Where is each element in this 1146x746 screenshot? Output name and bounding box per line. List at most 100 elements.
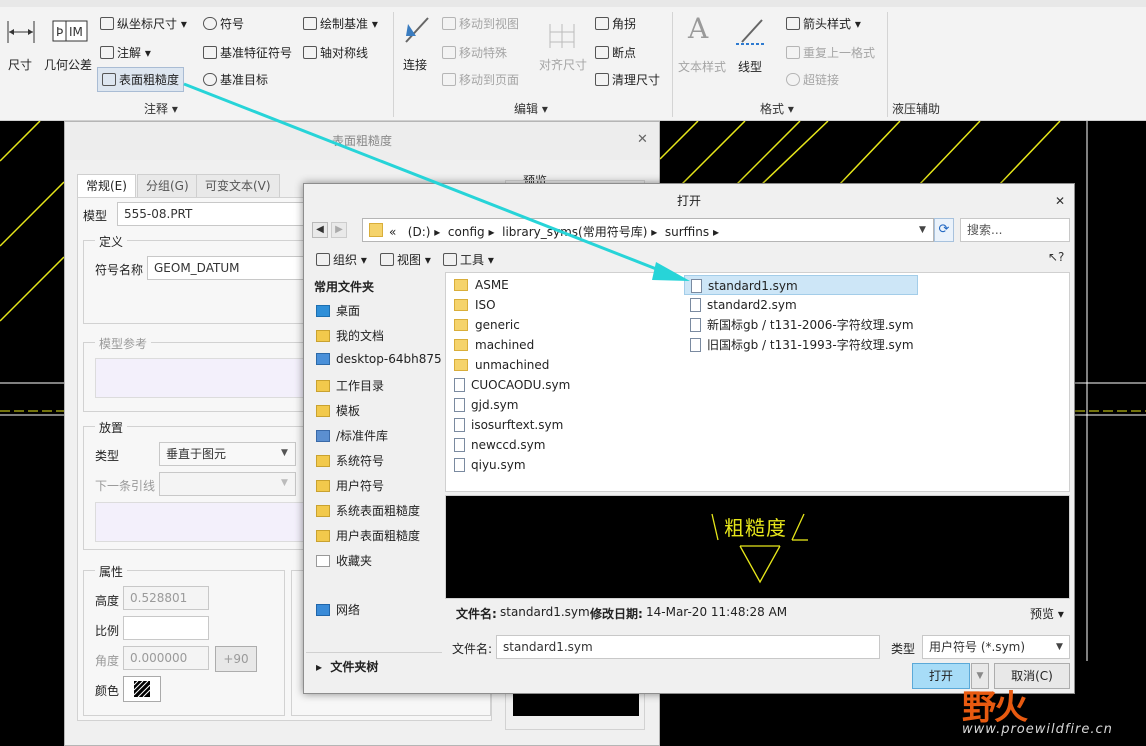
dimension-button[interactable]: 尺寸 [2,14,40,84]
list-item[interactable]: qiyu.sym [454,455,526,475]
info-name-value: standard1.sym [500,605,590,619]
chevron-down-icon[interactable]: ▼ [281,448,288,458]
draw-datum-button[interactable]: 绘制基准 ▾ [303,15,378,32]
nav-item-system-symbols[interactable]: 系统符号 [316,452,384,469]
list-item[interactable]: standard2.sym [690,295,797,315]
back-arrow-icon[interactable]: ◀ [312,222,328,238]
nav-item-network[interactable]: 网络 [316,601,360,618]
list-item[interactable]: gjd.sym [454,395,518,415]
align-dim-button[interactable]: 对齐尺寸 [537,18,589,84]
nav-item-workdir[interactable]: 工作目录 [316,377,384,394]
nav-item-system-finish[interactable]: 系统表面粗糙度 [316,502,420,519]
symbol-button[interactable]: 符号 [203,15,244,32]
breakpoint-button[interactable]: 断点 [595,44,636,61]
list-item[interactable]: generic [454,315,520,335]
axis-symmetry-button[interactable]: 轴对称线 [303,44,368,61]
model-ref-list[interactable] [95,358,305,398]
search-input[interactable]: 搜索... [960,218,1070,242]
note-button[interactable]: 注解 ▾ [100,44,151,61]
rotate-90-button[interactable]: +90 [215,646,257,672]
file-type-select[interactable]: 用户符号 (*.sym) [922,635,1070,659]
chevron-down-icon[interactable]: ▼ [281,478,288,488]
nav-item-desktop[interactable]: 桌面 [316,302,360,319]
datum-feature-button[interactable]: 基准特征符号 [203,44,292,61]
nav-item-favorites[interactable]: 收藏夹 [316,552,372,569]
move-to-page-button[interactable]: 移动到页面 [442,71,519,88]
line-style-button[interactable]: 线型 [732,12,770,84]
breadcrumb-drive[interactable]: (D:) [408,225,431,239]
arrow-style-button[interactable]: 箭头样式 ▾ [786,15,861,32]
nav-item-user-finish[interactable]: 用户表面粗糙度 [316,527,420,544]
group-format-label[interactable]: 格式 ▾ [760,100,794,117]
organize-button[interactable]: 组织 ▾ [316,251,367,268]
nav-header: 常用文件夹 [314,280,375,294]
refresh-icon[interactable]: ⟳ [934,218,954,242]
height-field[interactable]: 0.528801 [123,586,209,610]
scale-field[interactable] [123,616,209,640]
nav-item-std-lib[interactable]: /标准件库 [316,427,388,444]
list-item-selected[interactable]: standard1.sym [684,275,918,295]
view-button[interactable]: 视图 ▾ [380,251,431,268]
list-item[interactable]: newccd.sym [454,435,545,455]
corner-button[interactable]: 角拐 [595,15,636,32]
chevron-down-icon[interactable]: ▼ [1056,642,1063,652]
breadcrumb-library[interactable]: library_syms(常用符号库) [502,225,647,239]
datum-target-button[interactable]: 基准目标 [203,71,268,88]
group-annotation-label[interactable]: 注释 ▾ [144,100,178,117]
preview-toggle[interactable]: 预览 ▾ [1030,605,1064,622]
close-icon[interactable]: ✕ [637,132,648,147]
nav-item-user-symbols[interactable]: 用户符号 [316,477,384,494]
breadcrumb-config[interactable]: config [448,225,485,239]
tab-general[interactable]: 常规(E) [77,174,136,198]
list-item[interactable]: ISO [454,295,496,315]
tab-group[interactable]: 分组(G) [137,174,198,198]
text-style-button[interactable]: A 文本样式 [676,12,730,84]
nav-item-computer[interactable]: desktop-64bh875 [316,352,442,366]
symbol-name-field[interactable]: GEOM_DATUM [147,256,307,280]
folder-icon [454,339,468,351]
hyperlink-button[interactable]: 超链接 [786,71,839,88]
address-bar[interactable]: « (D:) ▸ config ▸ library_syms(常用符号库) ▸ … [362,218,934,242]
color-picker-button[interactable] [123,676,161,702]
list-item[interactable]: machined [454,335,534,355]
text-style-label: 文本样式 [678,60,727,74]
repeat-format-button[interactable]: 重复上一格式 [786,44,875,61]
line-style-label: 线型 [738,60,763,74]
angle-field[interactable]: 0.000000 [123,646,209,670]
folder-tree-toggle[interactable]: ▸ 文件夹树 [316,658,378,675]
group-edit-label[interactable]: 编辑 ▾ [514,100,548,117]
type-select[interactable]: 垂直于图元 [159,442,296,466]
nav-item-template[interactable]: 模板 [316,402,360,419]
geometric-tolerance-button[interactable]: Þ IM 几何公差 [42,14,96,84]
leader-list[interactable] [95,502,305,542]
tools-button[interactable]: 工具 ▾ [443,251,494,268]
model-field[interactable]: 555-08.PRT [117,202,307,226]
forward-arrow-icon[interactable]: ▶ [331,222,347,238]
chevron-down-icon[interactable]: ▼ [919,225,926,235]
surface-finish-button[interactable]: 表面粗糙度 [97,67,185,92]
info-name-label: 文件名: [456,607,497,621]
list-item[interactable]: 旧国标gb / t131-1993-字符纹理.sym [690,335,914,355]
help-cursor-icon[interactable]: ↖? [1048,250,1064,264]
breadcrumb-surffins[interactable]: surffins [665,225,709,239]
angle-label: 角度 [95,654,120,668]
connect-button[interactable]: 连接 [400,12,434,84]
file-name: generic [475,318,520,332]
list-item[interactable]: unmachined [454,355,549,375]
tab-variable-text[interactable]: 可变文本(V) [196,174,280,198]
file-name: qiyu.sym [471,458,526,472]
list-item[interactable]: CUOCAODU.sym [454,375,570,395]
filename-input[interactable]: standard1.sym [496,635,880,659]
ordinate-dim-button[interactable]: 纵坐标尺寸 ▾ [100,15,187,32]
nav-item-documents[interactable]: 我的文档 [316,327,384,344]
move-to-view-button[interactable]: 移动到视图 [442,15,519,32]
list-item[interactable]: ASME [454,275,509,295]
move-special-button[interactable]: 移动特殊 [442,44,507,61]
breadcrumb-collapse[interactable]: « [389,225,396,239]
next-leader-select[interactable] [159,472,296,496]
file-list[interactable]: ASME ISO generic machined unmachined CUO… [445,272,1070,492]
list-item[interactable]: 新国标gb / t131-2006-字符纹理.sym [690,315,914,335]
list-item[interactable]: isosurftext.sym [454,415,563,435]
cleanup-dim-button[interactable]: 清理尺寸 [595,71,660,88]
close-icon[interactable]: ✕ [1055,194,1065,208]
